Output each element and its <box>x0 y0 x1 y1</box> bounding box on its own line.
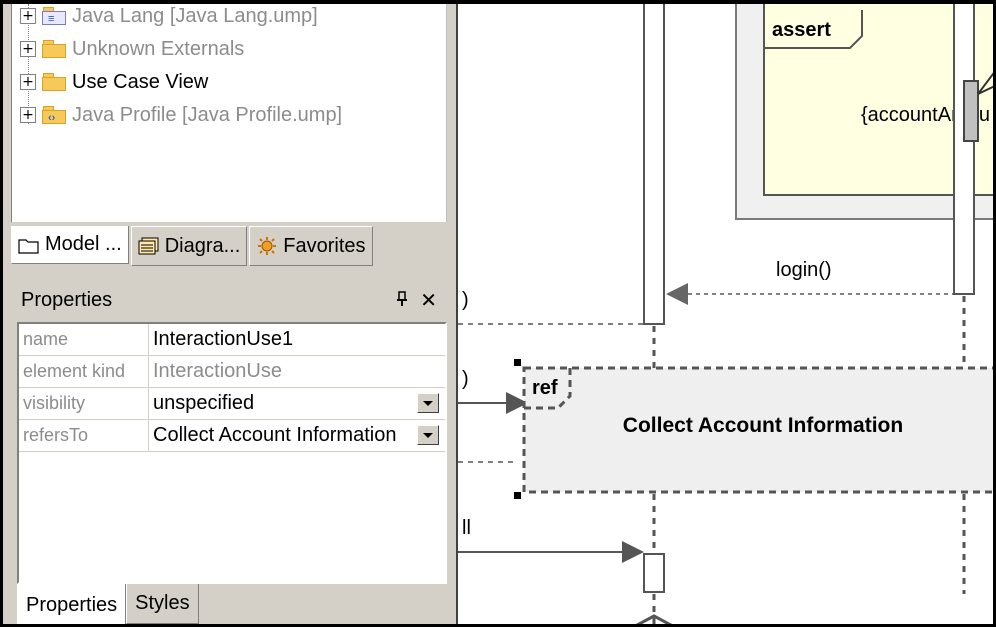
property-value: InteractionUse <box>153 360 282 382</box>
property-value: unspecified <box>153 392 255 414</box>
clipped-message-label: ) <box>462 289 469 311</box>
activation-bar[interactable] <box>643 553 665 593</box>
login-message-label: login() <box>776 259 832 281</box>
property-row-refers-to[interactable]: refersTo Collect Account Information <box>19 420 445 452</box>
clipped-message-label: ll <box>462 517 471 539</box>
properties-grid: name InteractionUse1 element kind Intera… <box>17 322 447 584</box>
tree-item-java-lang[interactable]: + ≡ Java Lang [Java Lang.ump] <box>20 4 318 30</box>
panel-splitter[interactable] <box>447 4 458 624</box>
tab-diagram-tree[interactable]: Diagra... <box>130 226 248 266</box>
folder-icon <box>42 40 66 58</box>
property-row-element-kind[interactable]: element kind InteractionUse <box>19 356 445 388</box>
clipped-message-label: ) <box>462 368 469 390</box>
dropdown-arrow-icon[interactable] <box>417 425 439 445</box>
pin-icon[interactable] <box>396 288 410 312</box>
expand-icon[interactable]: + <box>20 8 36 24</box>
folder-icon <box>42 73 66 91</box>
sequence-diagram-canvas[interactable]: assert {accountAmou login() ) ) ll ref C… <box>458 4 993 624</box>
tree-item-label: Use Case View <box>72 70 209 93</box>
tab-properties[interactable]: Properties <box>17 584 127 624</box>
property-value: Collect Account Information <box>153 424 397 446</box>
tab-favorites[interactable]: Favorites <box>249 226 373 266</box>
tree-item-label: Java Lang [Java Lang.ump] <box>72 4 318 27</box>
expand-icon[interactable]: + <box>20 107 36 123</box>
left-panel: + ≡ Java Lang [Java Lang.ump] + Unknown … <box>3 4 458 624</box>
tab-label: Model ... <box>45 233 122 255</box>
property-value[interactable]: InteractionUse1 <box>149 324 445 355</box>
properties-tabs: Properties Styles <box>17 584 447 624</box>
property-row-visibility[interactable]: visibility unspecified <box>19 388 445 420</box>
profile-folder-icon: ‹› <box>42 106 66 124</box>
property-value-select[interactable]: unspecified <box>149 388 445 419</box>
ref-tag: ref <box>532 377 558 399</box>
expand-icon[interactable]: + <box>20 74 36 90</box>
tree-item-label: Unknown Externals <box>72 37 245 60</box>
dropdown-arrow-icon[interactable] <box>417 393 439 413</box>
arrowhead-icon <box>622 541 644 563</box>
package-icon: ≡ <box>42 7 66 25</box>
tree-item-java-profile[interactable]: + ‹› Java Profile [Java Profile.ump] <box>20 101 342 129</box>
tab-model-tree[interactable]: Model ... <box>11 226 129 264</box>
diagram-icon <box>138 237 160 255</box>
property-key: refersTo <box>19 420 149 451</box>
diagram-svg: assert {accountAmou login() ) ) ll ref C… <box>458 4 993 624</box>
selected-activation[interactable] <box>963 80 979 142</box>
model-tree[interactable]: + ≡ Java Lang [Java Lang.ump] + Unknown … <box>11 4 447 222</box>
properties-title: Properties <box>21 288 113 311</box>
property-key: visibility <box>19 388 149 419</box>
tree-item-use-case-view[interactable]: + Use Case View <box>20 68 208 96</box>
property-row-name[interactable]: name InteractionUse1 <box>19 324 445 356</box>
activation-bar[interactable] <box>643 4 665 325</box>
tab-label: Favorites <box>283 234 366 257</box>
browser-tabs: Model ... Diagra... Favorites <box>11 222 447 268</box>
tree-item-label: Java Profile [Java Profile.ump] <box>72 103 343 126</box>
property-value-select[interactable]: Collect Account Information <box>149 420 445 451</box>
close-icon[interactable]: ✕ <box>420 288 437 312</box>
app-window: + ≡ Java Lang [Java Lang.ump] + Unknown … <box>0 0 996 627</box>
assert-label: assert <box>772 19 831 41</box>
tab-label: Diagra... <box>164 234 241 257</box>
ref-title: Collect Account Information <box>623 414 903 437</box>
selection-handle[interactable] <box>514 359 521 366</box>
property-key: element kind <box>19 356 149 387</box>
tree-item-unknown-externals[interactable]: + Unknown Externals <box>20 35 244 63</box>
selection-handle[interactable] <box>514 492 521 499</box>
property-key: name <box>19 324 149 355</box>
expand-icon[interactable]: + <box>20 41 36 57</box>
properties-header: Properties ✕ <box>11 282 447 318</box>
favorites-icon <box>256 237 278 255</box>
folder-icon <box>18 236 40 254</box>
activation-bar[interactable] <box>953 4 975 295</box>
tab-styles[interactable]: Styles <box>126 584 199 624</box>
arrowhead-icon <box>666 283 688 305</box>
